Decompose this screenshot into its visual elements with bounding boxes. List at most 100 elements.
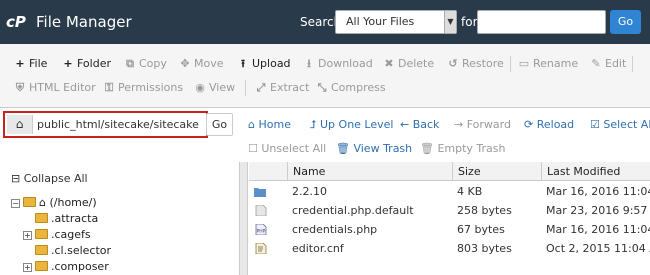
- file-table: Name Size Last Modified 2.2.10 4 KB Mar …: [239, 162, 650, 275]
- for-label: for: [461, 15, 478, 29]
- expand-icon[interactable]: +: [23, 231, 32, 240]
- tree-root-label: (/home/): [49, 196, 97, 209]
- select-all-label: Select All: [603, 118, 650, 131]
- permissions-button[interactable]: ⚿ Permissions: [103, 80, 183, 96]
- folder-icon: [35, 261, 48, 271]
- compress-icon: ⤡: [317, 81, 327, 94]
- reload-button[interactable]: ⟳ Reload: [524, 118, 574, 132]
- column-header-name[interactable]: Name: [287, 162, 452, 181]
- search-scope-select[interactable]: All Your Files ▼: [335, 10, 457, 34]
- view-button[interactable]: ◉ View: [194, 80, 235, 96]
- compress-button[interactable]: ⤡ Compress: [316, 80, 386, 96]
- tree-item-label: .attracta: [51, 212, 99, 225]
- download-icon: ⭳: [307, 57, 311, 70]
- toolbar-divider: [632, 56, 633, 72]
- restore-button[interactable]: ↺ Restore: [447, 56, 503, 72]
- file-size: 803 bytes: [457, 242, 512, 255]
- home-icon[interactable]: ⌂: [7, 115, 33, 134]
- file-modified: Mar 16, 2016 11:04 AM: [546, 223, 650, 236]
- edit-label: Edit: [605, 57, 627, 70]
- back-button[interactable]: ← Back: [400, 118, 439, 132]
- delete-button[interactable]: ✖ Delete: [383, 56, 434, 72]
- copy-button[interactable]: ⧉ Copy: [124, 56, 167, 72]
- tree-item[interactable]: + .composer: [23, 260, 109, 274]
- search-input[interactable]: [477, 10, 606, 34]
- table-row[interactable]: credential.php.default 258 bytes Mar 23,…: [249, 201, 650, 220]
- home-nav-button[interactable]: ⌂ Home: [248, 118, 291, 132]
- select-all-button[interactable]: ☑ Select All: [590, 118, 650, 132]
- tree-item[interactable]: .attracta: [35, 212, 98, 226]
- extract-label: Extract: [270, 81, 310, 94]
- arrow-right-icon: →: [454, 118, 464, 131]
- table-row[interactable]: PHP credentials.php 67 bytes Mar 16, 201…: [249, 220, 650, 239]
- reload-icon: ⟳: [524, 118, 534, 131]
- unselect-all-label: Unselect All: [261, 142, 327, 155]
- path-input[interactable]: public_html/sitecake/sitecake: [37, 115, 202, 134]
- search-scope-value: All Your Files: [346, 15, 415, 28]
- trash-icon: 🗑: [420, 142, 434, 155]
- table-row[interactable]: editor.cnf 803 bytes Oct 2, 2015 11:04 A…: [249, 239, 650, 258]
- file-modified: Oct 2, 2015 11:04 AM: [546, 242, 650, 255]
- search-go-button[interactable]: Go: [610, 10, 641, 34]
- forward-button[interactable]: → Forward: [454, 118, 511, 132]
- compress-label: Compress: [331, 81, 386, 94]
- rename-button[interactable]: ▭ Rename: [518, 56, 578, 72]
- column-header-size[interactable]: Size: [452, 162, 541, 181]
- back-label: Back: [412, 118, 440, 131]
- svg-text:PHP: PHP: [257, 229, 266, 235]
- move-button[interactable]: ✥ Move: [179, 56, 223, 72]
- file-name: 2.2.10: [292, 185, 327, 198]
- path-go-button[interactable]: Go: [206, 113, 233, 136]
- folder-icon: [35, 213, 48, 223]
- new-folder-label: Folder: [77, 57, 111, 70]
- config-file-icon: [255, 243, 267, 254]
- up-one-level-label: Up One Level: [320, 118, 394, 131]
- view-label: View: [209, 81, 236, 94]
- upload-label: Upload: [252, 57, 291, 70]
- checkbox-icon: ☑: [590, 118, 600, 131]
- column-header-modified[interactable]: Last Modified: [541, 162, 650, 181]
- upload-icon: ⭱: [241, 57, 245, 70]
- chevron-down-icon[interactable]: ▼: [444, 11, 456, 33]
- toolbar-divider: [245, 80, 246, 96]
- path-bar: ⌂ public_html/sitecake/sitecake: [3, 111, 208, 138]
- html-editor-button[interactable]: ⛨ HTML Editor: [14, 80, 96, 96]
- unselect-all-button[interactable]: ☐ Unselect All: [248, 142, 326, 156]
- rename-icon: ▭: [518, 57, 530, 70]
- upload-button[interactable]: ⭱ Upload: [237, 56, 291, 72]
- tree-item[interactable]: .cl.selector: [35, 244, 111, 258]
- home-nav-label: Home: [258, 118, 291, 131]
- minus-square-icon: ⊟: [11, 172, 21, 185]
- view-trash-button[interactable]: 🗑 View Trash: [336, 142, 412, 156]
- delete-label: Delete: [398, 57, 435, 70]
- empty-trash-button[interactable]: 🗑 Empty Trash: [420, 142, 506, 156]
- folder-icon: [23, 197, 36, 207]
- plus-icon: +: [63, 57, 73, 70]
- tree-root[interactable]: − ⌂ (/home/): [11, 196, 97, 210]
- download-button[interactable]: ⭳ Download: [303, 56, 373, 72]
- edit-button[interactable]: ✎ Edit: [590, 56, 626, 72]
- toolbar: + File + Folder ⧉ Copy ✥ Move ⭱ Upload ⭳ Downl…: [0, 44, 650, 108]
- expand-icon[interactable]: +: [23, 263, 32, 272]
- collapse-all-button[interactable]: ⊟ Collapse All: [11, 172, 88, 186]
- toolbar-divider: [510, 56, 511, 72]
- table-scroll-column[interactable]: [240, 162, 248, 275]
- delete-icon: ✖: [384, 57, 394, 70]
- html-editor-label: HTML Editor: [29, 81, 96, 94]
- trash-icon: 🗑: [336, 142, 350, 155]
- arrow-left-icon: ←: [400, 118, 410, 131]
- cpanel-logo[interactable]: cP: [6, 11, 32, 33]
- view-trash-label: View Trash: [353, 142, 413, 155]
- new-folder-button[interactable]: + Folder: [62, 56, 111, 72]
- tree-item[interactable]: + .cagefs: [23, 228, 91, 242]
- table-row[interactable]: 2.2.10 4 KB Mar 16, 2016 11:04 AM: [249, 182, 650, 201]
- folder-icon: [35, 229, 48, 239]
- collapse-icon[interactable]: −: [11, 199, 20, 208]
- extract-button[interactable]: ⤢ Extract: [255, 80, 310, 96]
- file-modified: Mar 16, 2016 11:04 AM: [546, 185, 650, 198]
- new-file-button[interactable]: + File: [14, 56, 47, 72]
- file-name: editor.cnf: [292, 242, 344, 255]
- file-size: 258 bytes: [457, 204, 512, 217]
- key-icon: ⚿: [104, 81, 114, 94]
- up-one-level-button[interactable]: ⮥ Up One Level: [310, 118, 393, 132]
